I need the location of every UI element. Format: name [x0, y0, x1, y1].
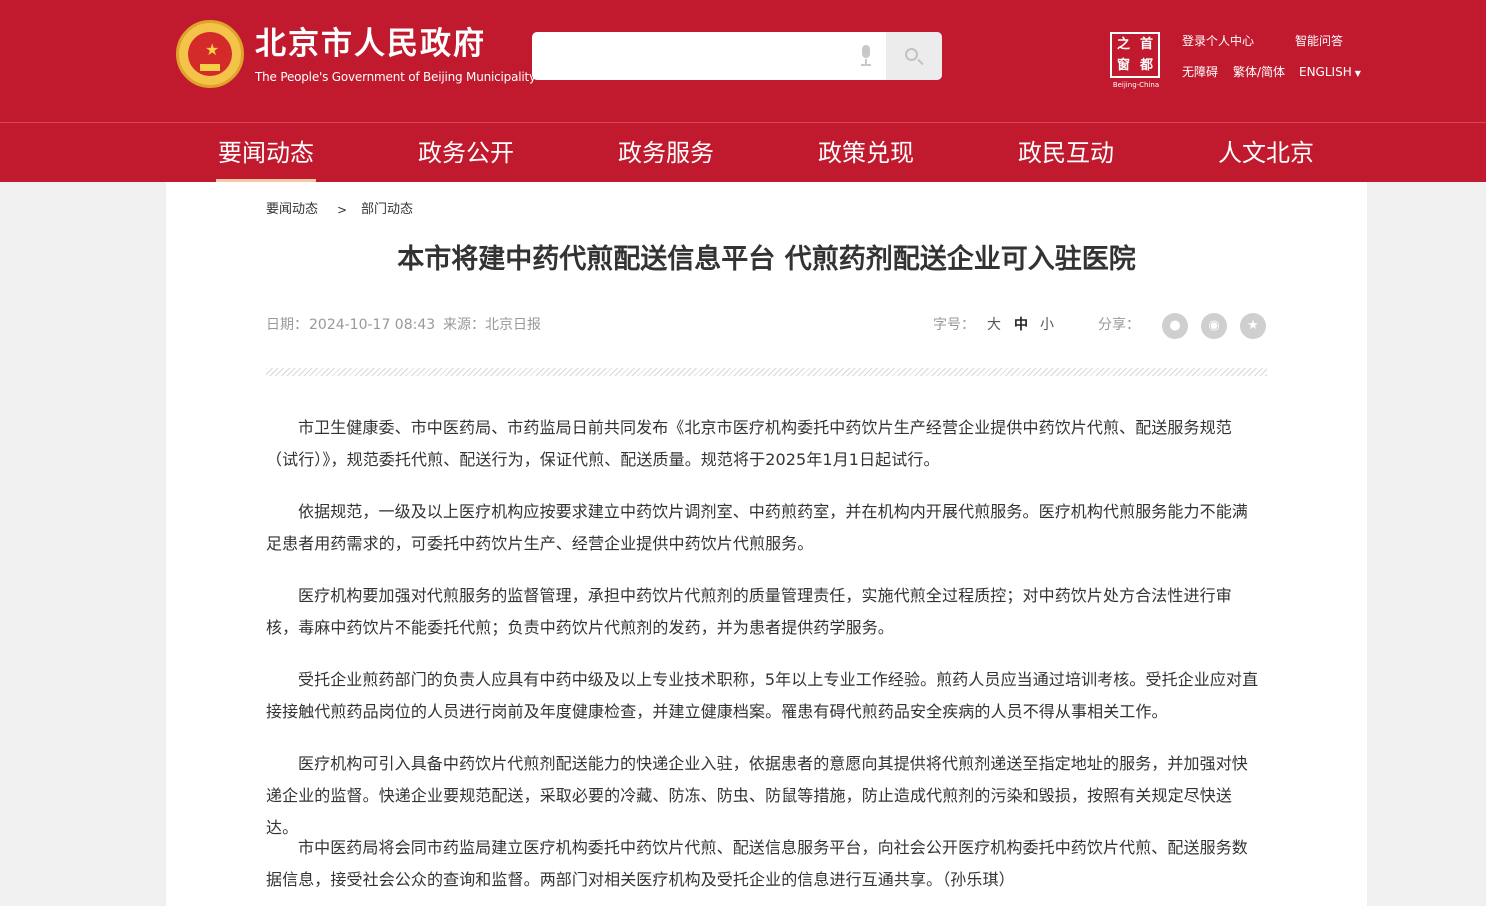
article-paragraph: 受托企业煎药部门的负责人应具有中药中级及以上专业技术职称，5年以上专业工作经验。…: [266, 670, 1259, 721]
article-title: 本市将建中药代煎配送信息平台 代煎药剂配送企业可入驻医院: [397, 244, 1136, 275]
capital-logo-caption: Beijing-China: [1112, 81, 1160, 89]
trad-simp-link[interactable]: 繁体/简体: [1233, 64, 1285, 80]
main-nav: 要闻动态 政务公开 政务服务 政策兑现 政民互动 人文北京: [0, 122, 1486, 182]
divider: [266, 368, 1267, 376]
nav-item-policy[interactable]: 政策兑现: [806, 135, 926, 171]
wechat-icon[interactable]: ●: [1162, 313, 1188, 339]
article-paragraph: 医疗机构可引入具备中药饮片代煎剂配送能力的快递企业入驻，依据患者的意愿向其提供将…: [266, 754, 1248, 837]
source-label: 来源：: [443, 317, 485, 333]
site-subtitle: The People's Government of Beijing Munic…: [255, 70, 536, 84]
article-paragraph: 医疗机构要加强对代煎服务的监督管理，承担中药饮片代煎剂的质量管理责任，实施代煎全…: [266, 586, 1232, 637]
search-box: [532, 32, 942, 80]
site-header: ★ 北京市人民政府 The People's Government of Bei…: [0, 0, 1486, 122]
article-paragraph: 市卫生健康委、市中医药局、市药监局日前共同发布《北京市医疗机构委托中药饮片生产经…: [266, 418, 1232, 469]
chevron-down-icon: ▼: [1354, 69, 1361, 78]
search-button[interactable]: [886, 32, 942, 80]
date-label: 日期：: [266, 317, 308, 333]
article-paragraph: 市中医药局将会同市药监局建立医疗机构委托中药饮片代煎、配送信息服务平台，向社会公…: [266, 838, 1248, 889]
site-title[interactable]: 北京市人民政府: [255, 26, 486, 62]
font-size-medium[interactable]: 中: [1014, 315, 1028, 335]
favorite-star-icon[interactable]: ★: [1240, 313, 1266, 339]
article-date: 2024-10-17 08:43: [309, 317, 436, 333]
font-size-small[interactable]: 小: [1040, 315, 1054, 335]
article-source: 北京日报: [485, 317, 541, 333]
font-size-label: 字号：: [933, 317, 975, 333]
nav-item-gov-services[interactable]: 政务服务: [606, 135, 726, 171]
search-icon: [905, 48, 918, 61]
english-link[interactable]: ENGLISH ▼: [1299, 64, 1361, 82]
nav-item-gov-affairs[interactable]: 政务公开: [406, 135, 526, 171]
search-input[interactable]: [544, 42, 844, 70]
article-container: 要闻动态 > 部门动态 本市将建中药代煎配送信息平台 代煎药剂配送企业可入驻医院…: [166, 182, 1367, 906]
login-link[interactable]: 登录个人中心: [1182, 33, 1254, 49]
breadcrumb-news[interactable]: 要闻动态: [266, 201, 318, 219]
capital-window-logo[interactable]: 之 首 窗 都: [1110, 32, 1160, 78]
ai-qa-link[interactable]: 智能问答: [1295, 33, 1343, 49]
breadcrumb-separator: >: [337, 203, 348, 217]
weibo-icon[interactable]: ◉: [1201, 313, 1227, 339]
accessibility-link[interactable]: 无障碍: [1182, 64, 1218, 80]
nav-item-interaction[interactable]: 政民互动: [1006, 135, 1126, 171]
national-emblem-icon[interactable]: ★: [176, 20, 244, 88]
article-paragraph: 依据规范，一级及以上医疗机构应按要求建立中药饮片调剂室、中药煎药室，并在机构内开…: [266, 502, 1248, 553]
breadcrumb-dept[interactable]: 部门动态: [361, 201, 413, 219]
nav-item-culture[interactable]: 人文北京: [1206, 135, 1326, 171]
font-size-large[interactable]: 大: [987, 315, 1001, 335]
share-label: 分享：: [1098, 317, 1140, 333]
microphone-icon[interactable]: [858, 45, 874, 67]
nav-item-news[interactable]: 要闻动态: [206, 135, 326, 182]
